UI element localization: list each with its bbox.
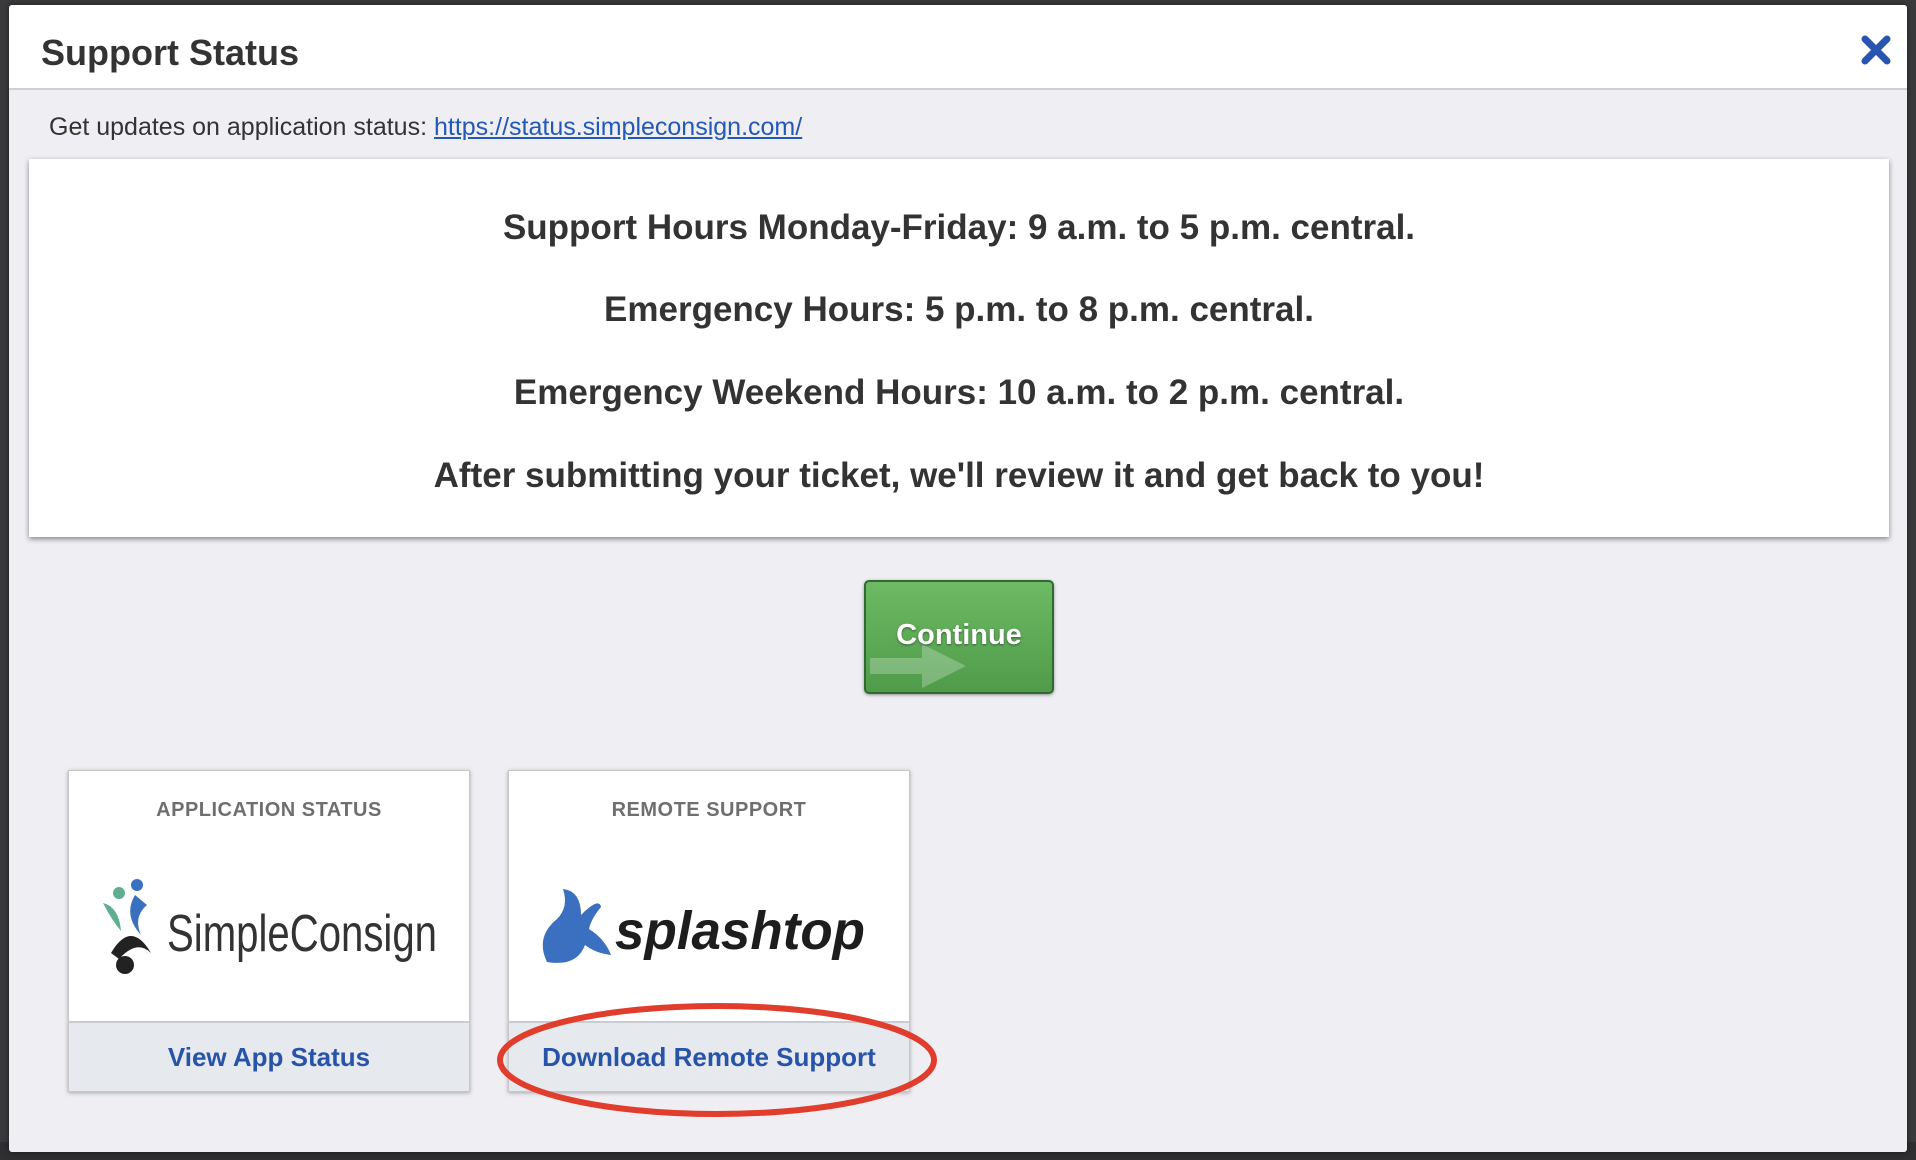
close-button[interactable] [1859, 33, 1893, 67]
card-heading: APPLICATION STATUS [156, 799, 382, 821]
download-remote-support-link[interactable]: Download Remote Support [509, 1021, 909, 1091]
support-status-modal: Support Status Get updates on applicatio… [9, 5, 1907, 1152]
support-hours-panel: Support Hours Monday-Friday: 9 a.m. to 5… [29, 159, 1889, 537]
splashtop-logo: splashtop [542, 889, 865, 963]
support-hours-text: Support Hours Monday-Friday: 9 a.m. to 5… [502, 208, 1416, 247]
remote-support-card: REMOTE SUPPORT splashtop Download Remote… [508, 770, 910, 1092]
status-line: Get updates on application status: https… [49, 113, 802, 142]
continue-label: Continue [896, 619, 1022, 651]
close-icon [1861, 35, 1891, 65]
status-link[interactable]: https://status.simpleconsign.com/ [434, 113, 802, 141]
modal-header: Support Status [9, 5, 1907, 90]
continue-button[interactable]: Continue [864, 580, 1054, 694]
splashtop-logo-text: splashtop [615, 901, 865, 961]
simpleconsign-logo: SimpleConsign [103, 879, 437, 974]
emergency-hours-text: Emergency Hours: 5 p.m. to 8 p.m. centra… [604, 290, 1314, 329]
status-prefix: Get updates on application status: [49, 113, 434, 141]
weekend-hours-text: Emergency Weekend Hours: 10 a.m. to 2 p.… [513, 373, 1405, 412]
card-heading: REMOTE SUPPORT [611, 799, 807, 821]
view-app-status-link[interactable]: View App Status [69, 1021, 469, 1091]
application-status-card: APPLICATION STATUS SimpleConsign View Ap… [68, 770, 470, 1092]
simpleconsign-logo-text: SimpleConsign [167, 905, 437, 963]
modal-title: Support Status [41, 32, 299, 73]
ticket-review-text: After submitting your ticket, we'll revi… [433, 456, 1485, 495]
